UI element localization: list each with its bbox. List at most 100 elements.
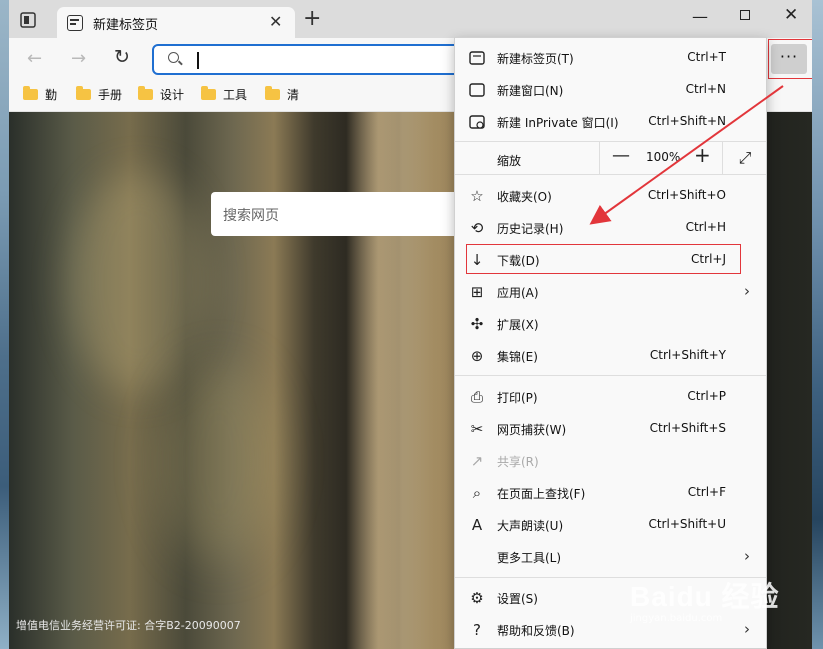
menu-item-label: 扩展(X) (497, 318, 539, 332)
menu-item-shortcut: Ctrl+P (687, 389, 726, 403)
folder-icon (201, 86, 216, 100)
menu-item-label: 共享(R) (497, 455, 539, 469)
bookmark-folder[interactable]: 清 (265, 86, 299, 108)
menu-item-shortcut: Ctrl+H (685, 220, 726, 234)
share-icon: ↗ (470, 452, 484, 470)
menu-item-shortcut: Ctrl+Shift+N (648, 114, 726, 128)
menu-item-web-capture[interactable]: ✂ 网页捕获(W) Ctrl+Shift+S (455, 413, 766, 445)
watermark-logo: Baidu 经验 (630, 581, 780, 612)
address-input[interactable] (188, 49, 458, 71)
menu-item-label: 帮助和反馈(B) (497, 624, 575, 638)
menu-item-inprivate[interactable]: 新建 InPrivate 窗口(I) Ctrl+Shift+N (455, 106, 766, 138)
menu-item-label: 新建窗口(N) (497, 84, 564, 98)
web-capture-icon: ✂ (470, 420, 484, 438)
new-tab-icon (469, 51, 485, 65)
zoom-value: 100% (646, 150, 681, 164)
menu-item-history[interactable]: ⟲ 历史记录(H) Ctrl+H (455, 212, 766, 244)
tab-close-icon[interactable]: ✕ (269, 12, 282, 31)
bookmark-folder[interactable]: 勤 (23, 86, 57, 108)
find-icon: ⌕ (472, 484, 482, 502)
help-icon: ? (473, 621, 481, 639)
tab-new-tab[interactable]: 新建标签页 ✕ (57, 7, 295, 38)
menu-item-apps[interactable]: ⊞ 应用(A) › (455, 276, 766, 308)
highlight-box (768, 39, 812, 79)
menu-item-label: 网页捕获(W) (497, 423, 567, 437)
menu-item-shortcut: Ctrl+Shift+S (649, 421, 726, 435)
menu-item-label: 收藏夹(O) (497, 190, 552, 204)
menu-item-collections[interactable]: ⊕ 集锦(E) Ctrl+Shift+Y (455, 340, 766, 372)
menu-item-new-window[interactable]: 新建窗口(N) Ctrl+N (455, 74, 766, 106)
folder-icon (265, 86, 280, 100)
menu-item-find[interactable]: ⌕ 在页面上查找(F) Ctrl+F (455, 477, 766, 509)
minimize-button[interactable]: — (692, 7, 708, 26)
history-icon: ⟲ (470, 219, 484, 237)
watermark: Baidu 经验 jingyan.baidu.com (630, 575, 780, 624)
back-arrow-icon[interactable]: ← (27, 48, 42, 69)
desktop-wallpaper-left (0, 0, 9, 649)
apps-icon: ⊞ (470, 283, 484, 301)
tab-actions-icon[interactable] (19, 11, 37, 29)
text-caret (197, 52, 199, 69)
web-search-placeholder: 搜索网页 (223, 208, 279, 224)
background-blur (159, 362, 279, 562)
zoom-in-button[interactable]: + (694, 143, 711, 167)
download-highlight-box (466, 244, 741, 274)
bookmark-folder[interactable]: 手册 (76, 86, 122, 108)
menu-item-more-tools[interactable]: 更多工具(L) › (455, 541, 766, 573)
menu-item-label: 应用(A) (497, 286, 539, 300)
bookmark-label: 设计 (160, 88, 185, 102)
tab-favicon-icon (67, 15, 83, 31)
menu-item-shortcut: Ctrl+Shift+O (647, 188, 726, 202)
menu-item-label: 更多工具(L) (497, 551, 562, 565)
folder-icon (76, 86, 91, 100)
collections-icon: ⊕ (470, 347, 484, 365)
folder-icon (23, 86, 38, 100)
inprivate-icon (469, 115, 485, 129)
web-search-box[interactable]: 搜索网页 (211, 192, 471, 236)
extensions-icon: ✣ (470, 315, 484, 333)
bookmark-label: 勤 (45, 88, 58, 102)
desktop-wallpaper-right (812, 0, 823, 649)
read-aloud-icon: A (471, 516, 483, 534)
menu-item-shortcut: Ctrl+Shift+U (648, 517, 726, 531)
maximize-button[interactable] (740, 10, 750, 20)
new-tab-button[interactable]: + (303, 8, 321, 30)
favorites-icon: ☆ (470, 187, 484, 205)
address-bar[interactable] (152, 44, 462, 75)
menu-item-shortcut: Ctrl+Shift+Y (649, 348, 726, 362)
zoom-out-button[interactable]: — (612, 145, 630, 166)
menu-divider (455, 375, 766, 376)
menu-item-label: 设置(S) (497, 592, 538, 606)
search-icon (168, 52, 179, 63)
forward-arrow-icon[interactable]: → (71, 48, 86, 69)
close-window-button[interactable]: ✕ (784, 5, 798, 25)
menu-item-share: ↗ 共享(R) (455, 445, 766, 477)
bookmark-label: 工具 (223, 88, 248, 102)
bookmark-folder[interactable]: 工具 (201, 86, 247, 108)
menu-item-label: 新建 InPrivate 窗口(I) (497, 116, 619, 130)
new-window-icon (469, 83, 485, 97)
menu-item-print[interactable]: ⎙ 打印(P) Ctrl+P (455, 381, 766, 413)
tab-title: 新建标签页 (93, 18, 159, 33)
license-text: 增值电信业务经营许可证: 合字B2-20090007 (16, 619, 241, 632)
menu-item-shortcut: Ctrl+T (687, 50, 726, 64)
menu-item-shortcut: Ctrl+F (687, 485, 726, 499)
refresh-icon[interactable]: ↻ (114, 46, 130, 68)
menu-item-label: 新建标签页(T) (497, 52, 574, 66)
fullscreen-icon[interactable]: ⤢ (722, 141, 767, 174)
print-icon: ⎙ (470, 388, 483, 406)
title-bar: 新建标签页 ✕ + — ✕ (9, 0, 812, 38)
bookmark-folder[interactable]: 设计 (138, 86, 184, 108)
menu-item-label: 打印(P) (497, 391, 538, 405)
menu-item-favorites[interactable]: ☆ 收藏夹(O) Ctrl+Shift+O (455, 180, 766, 212)
settings-menu: 新建标签页(T) Ctrl+T 新建窗口(N) Ctrl+N 新建 InPriv… (454, 37, 767, 649)
menu-item-label: 历史记录(H) (497, 222, 564, 236)
menu-item-read-aloud[interactable]: A 大声朗读(U) Ctrl+Shift+U (455, 509, 766, 541)
menu-item-shortcut: Ctrl+N (685, 82, 726, 96)
menu-divider (455, 174, 766, 175)
menu-item-extensions[interactable]: ✣ 扩展(X) (455, 308, 766, 340)
settings-icon: ⚙ (470, 589, 484, 607)
bookmark-label: 手册 (98, 88, 123, 102)
menu-item-new-tab[interactable]: 新建标签页(T) Ctrl+T (455, 42, 766, 74)
menu-item-label: 集锦(E) (497, 350, 538, 364)
